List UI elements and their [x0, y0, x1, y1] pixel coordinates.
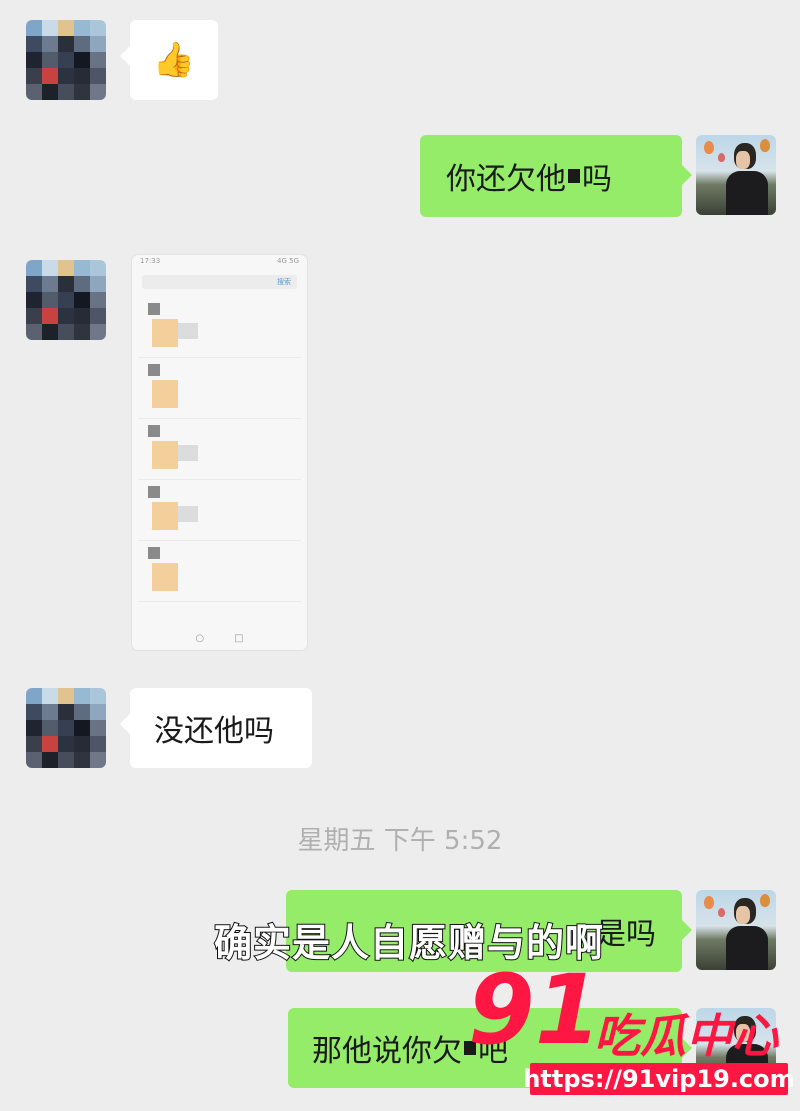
list-item [138, 358, 301, 419]
watermark-logo-brand: 吃瓜中心 [594, 1009, 778, 1063]
watermark-logo-number: 91 [468, 954, 602, 1066]
image-message-screenshot[interactable]: 17:33 4G 5G 搜索 ○ □ [132, 255, 307, 650]
search-hint: 搜索 [277, 278, 291, 286]
status-bar: 17:33 4G 5G [132, 255, 307, 271]
self-avatar[interactable] [696, 890, 776, 970]
contact-avatar[interactable] [26, 20, 106, 100]
list-item [138, 541, 301, 602]
nav-bar: ○ □ [132, 633, 307, 644]
list-item [138, 297, 301, 358]
home-nav-icon: ○ [195, 633, 205, 644]
message-timestamp: 星期五 下午 5:52 [297, 826, 503, 856]
message-bubble-incoming[interactable]: 没还他吗 [120, 688, 312, 768]
message-text: 那他说你欠 [312, 1034, 462, 1069]
search-bar: 搜索 [142, 275, 297, 289]
message-bubble-outgoing[interactable]: 你还欠他吗 [420, 135, 692, 217]
message-text: 是吗 [596, 917, 656, 952]
message-text: 没还他吗 [154, 714, 274, 749]
contact-avatar[interactable] [26, 260, 106, 340]
message-text: 你还欠他 [446, 162, 566, 197]
recents-nav-icon: □ [234, 633, 244, 644]
self-avatar[interactable] [696, 135, 776, 215]
redaction-mark [568, 169, 580, 183]
watermark-url: https://91vip19.com [523, 1063, 795, 1095]
message-bubble-thumbs-up[interactable]: 👍 [120, 20, 218, 100]
contact-avatar[interactable] [26, 688, 106, 768]
list-item [138, 419, 301, 480]
list-item [138, 480, 301, 541]
message-text: 吗 [582, 162, 612, 197]
status-signal: 4G 5G [277, 257, 299, 265]
status-time: 17:33 [140, 257, 161, 265]
thumbs-up-icon: 👍 [152, 40, 196, 80]
